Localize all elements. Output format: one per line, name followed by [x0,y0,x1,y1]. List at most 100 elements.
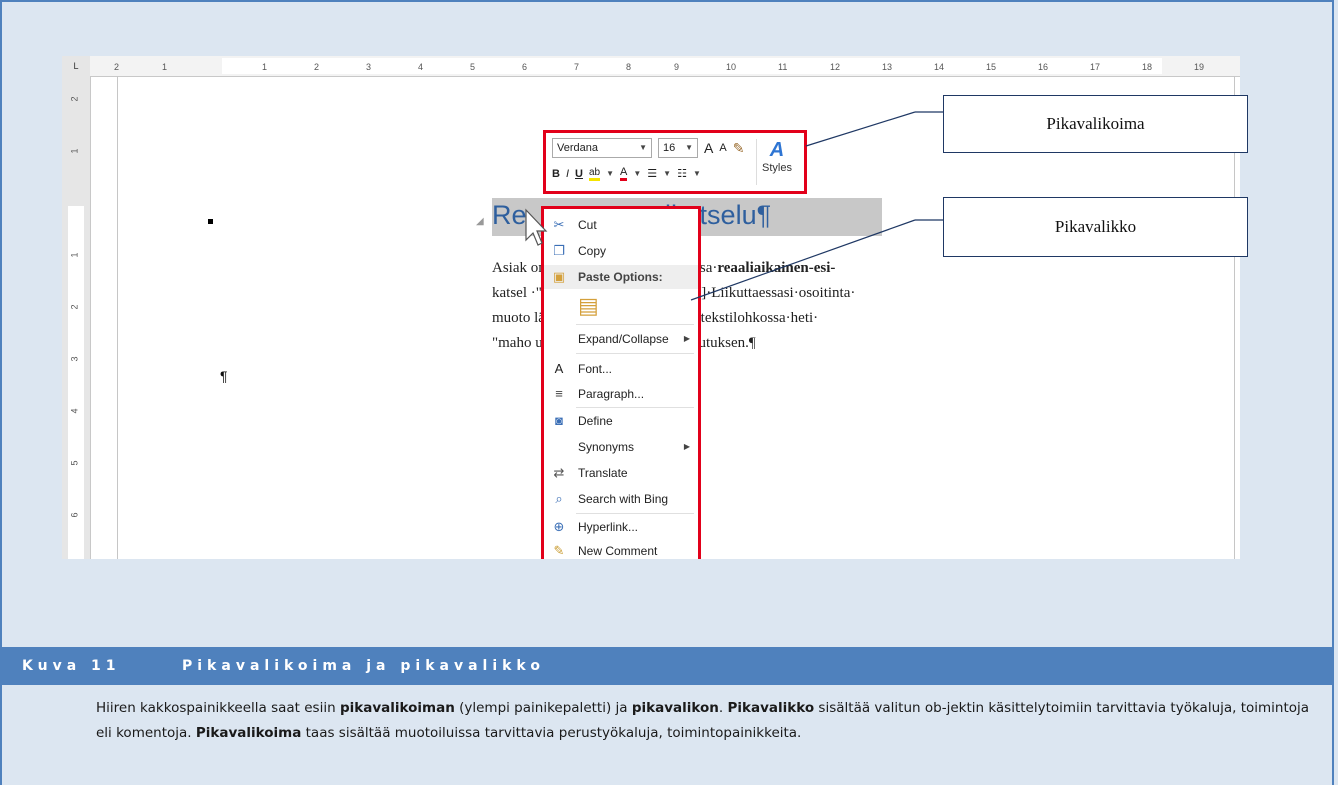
desc-bold-3: Pikavalikko [727,700,815,716]
menu-item-synonyms[interactable]: Synonyms ▶ [544,435,698,459]
ruler-tick: 11 [778,62,788,72]
heading-start: Re [492,200,527,230]
callout-pikavalikoima: Pikavalikoima [943,95,1248,153]
shrink-font-button[interactable]: A [719,142,726,154]
horizontal-ruler[interactable]: 2 1 1 2 3 4 5 6 7 8 9 10 11 12 13 14 15 … [90,56,1240,77]
bullets-icon[interactable]: ☰ [647,167,657,180]
italic-button[interactable]: I [566,168,569,180]
menu-item-cut[interactable]: ✂ Cut [544,213,698,237]
ruler-tick: 1 [262,62,268,72]
numbering-icon[interactable]: ☷ [677,167,687,180]
ruler-tick: 8 [626,62,632,72]
font-name-value: Verdana [557,142,598,154]
styles-button[interactable]: A Styles [762,139,792,174]
menu-item-search-with-bing[interactable]: ⌕ Search with Bing [544,487,698,511]
menu-item-label: Copy [578,244,607,258]
menu-item-new-comment[interactable]: ✎ New Comment [544,539,698,559]
menu-item-copy[interactable]: ❐ Copy [544,239,698,263]
ruler-tick: 1 [69,148,80,154]
ruler-text-area [222,58,1162,74]
body-bold-text: reaaliaikainen-esi- [717,260,836,276]
menu-separator [576,513,694,514]
ruler-tick: 7 [574,62,580,72]
collapse-triangle-icon[interactable]: ◢ [476,216,484,227]
copy-icon: ❐ [553,243,565,258]
font-size-box[interactable]: 16 ▼ [658,138,698,158]
mini-toolbar-row-1: Verdana ▼ 16 ▼ A A ✎ [552,138,744,158]
scissors-icon: ✂ [553,217,565,232]
menu-item-paragraph[interactable]: ≡ Paragraph... [544,382,698,406]
vertical-ruler[interactable]: 2 1 1 2 3 4 5 6 [62,76,91,559]
menu-item-label: Cut [578,218,597,232]
desc-bold-2: pikavalikon [631,700,719,716]
chevron-down-icon[interactable]: ▼ [663,169,671,178]
menu-item-label: Expand/Collapse [578,332,669,346]
toolbar-separator [756,139,757,185]
menu-item-label: Hyperlink... [578,520,639,534]
chevron-down-icon[interactable]: ▼ [693,169,701,178]
desc-text-1: Hiiren kakkospainikkeella saat esiin [96,700,340,716]
styles-icon: A [769,139,785,161]
paste-keep-text-icon[interactable]: ▤ [578,293,600,319]
desc-text-5: taas sisältää muotoiluissa tarvittavia p… [301,725,802,741]
font-color-button[interactable]: A [620,166,628,181]
ruler-tick: 3 [69,356,80,362]
menu-item-expand-collapse[interactable]: Expand/Collapse ▶ [544,327,698,351]
page-edge [117,76,118,559]
underline-button[interactable]: U [575,168,583,180]
ruler-tick: 6 [522,62,528,72]
chevron-right-icon: ▶ [683,334,690,343]
caption-title: Pikavalikoima ja pikavalikko [182,658,545,674]
menu-separator [576,324,694,325]
ruler-tick: 2 [69,304,80,310]
menu-item-label: Search with Bing [578,492,669,506]
tab-selector[interactable]: L [62,56,91,76]
ruler-tick: 2 [69,96,80,102]
ruler-tick: 5 [69,460,80,466]
ruler-tick: 19 [1194,62,1205,72]
callout-pikavalikko: Pikavalikko [943,197,1248,257]
chevron-down-icon[interactable]: ▼ [606,169,614,178]
menu-item-label: Font... [578,362,613,376]
ruler-tick: 16 [1038,62,1049,72]
menu-item-translate[interactable]: ⇄ Translate [544,461,698,485]
chevron-down-icon: ▼ [685,143,693,152]
menu-item-hyperlink[interactable]: ⊕ Hyperlink... [544,515,698,539]
menu-item-font[interactable]: A Font... [544,357,698,381]
menu-separator [576,407,694,408]
desc-text-2: (ylempi painikepaletti) ja [454,700,632,716]
styles-label: Styles [762,162,792,174]
menu-item-label: Translate [578,466,628,480]
figure-caption: Kuva 11 Pikavalikoima ja pikavalikko [2,647,1332,685]
format-painter-icon[interactable]: ✎ [733,140,745,157]
ruler-tick: 3 [366,62,372,72]
ruler-tick: 2 [114,62,120,72]
ruler-text-area [68,206,84,559]
ruler-tick: 15 [986,62,997,72]
ruler-tick: 17 [1090,62,1101,72]
context-menu: ✂ Cut ❐ Copy ▣ Paste Options: ▤ Expand/C… [541,206,701,559]
ruler-tick: 6 [69,512,80,518]
paragraph-mark-square [208,219,213,224]
highlight-button[interactable]: ab [588,167,601,181]
paragraph-icon: ≡ [555,386,563,401]
chevron-down-icon[interactable]: ▼ [633,169,641,178]
font-icon: A [554,361,564,376]
ruler-tick: 9 [674,62,680,72]
ruler-tick: 4 [418,62,424,72]
menu-item-label: Paragraph... [578,387,645,401]
ruler-tick: 14 [934,62,945,72]
caption-number: Kuva 11 [22,658,121,674]
ruler-tick: 1 [69,252,80,258]
font-name-box[interactable]: Verdana ▼ [552,138,652,158]
menu-item-define[interactable]: ◙ Define [544,409,698,433]
menu-item-label: Synonyms [578,440,635,454]
bold-button[interactable]: B [552,168,560,180]
ruler-tick: 2 [314,62,320,72]
menu-header-paste-options: ▣ Paste Options: [544,265,698,289]
grow-font-button[interactable]: A [704,140,713,156]
ruler-tick: 12 [830,62,841,72]
define-icon: ◙ [555,413,563,428]
chevron-down-icon: ▼ [639,143,647,152]
menu-item-label: New Comment [578,544,658,558]
